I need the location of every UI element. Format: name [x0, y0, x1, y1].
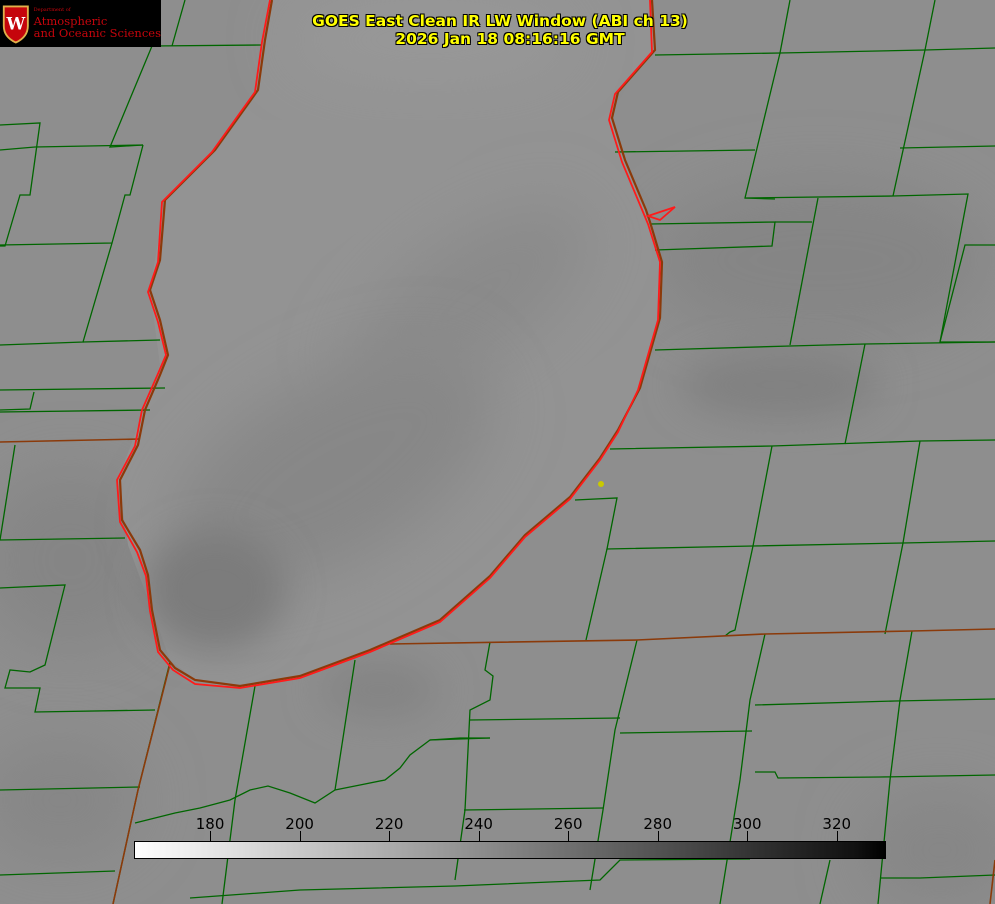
uw-aos-logo: W Department of Atmospheric and Oceanic … — [0, 0, 161, 47]
colorbar-tick-label: 300 — [732, 815, 762, 833]
crest-letter: W — [5, 13, 25, 33]
colorbar — [134, 841, 886, 859]
colorbar-tick-label: 260 — [553, 815, 583, 833]
uw-crest-icon: W — [2, 4, 29, 44]
logo-text: Department of Atmospheric and Oceanic Sc… — [33, 7, 161, 40]
map-canvas — [0, 0, 995, 904]
location-marker — [598, 481, 604, 487]
satellite-image: W Department of Atmospheric and Oceanic … — [0, 0, 995, 904]
colorbar-tick-label: 280 — [643, 815, 673, 833]
colorbar-tick-label: 200 — [285, 815, 314, 833]
colorbar-tick-label: 240 — [464, 815, 493, 833]
colorbar-tick-label: 180 — [195, 815, 225, 833]
image-title: GOES East Clean IR LW Window (ABI ch 13)… — [200, 12, 800, 48]
colorbar-tick-label: 320 — [822, 815, 852, 833]
logo-dept: Department of — [33, 7, 71, 14]
logo-line-2: and Oceanic Sciences — [33, 25, 161, 40]
colorbar-tick-label: 220 — [374, 815, 404, 833]
title-timestamp: 2026 Jan 18 08:16:16 GMT — [395, 30, 625, 48]
title-line-1: GOES East Clean IR LW Window (ABI ch 13) — [312, 12, 688, 30]
logo-line-1: Atmospheric — [33, 13, 108, 28]
